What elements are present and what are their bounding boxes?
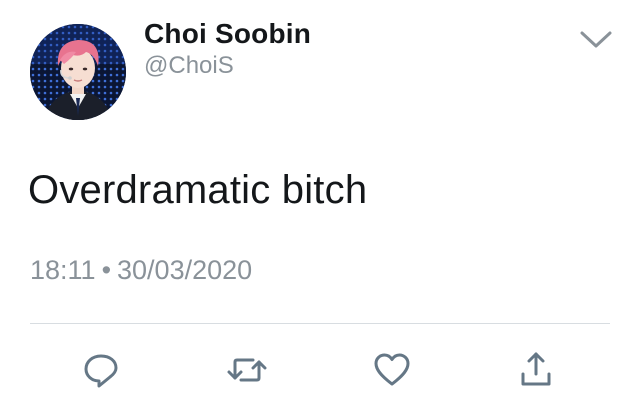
reply-button[interactable]: [79, 348, 123, 392]
avatar-photo: [30, 24, 126, 120]
display-name[interactable]: Choi Soobin: [144, 18, 311, 50]
meta-separator: •: [101, 255, 112, 285]
retweet-icon: [227, 358, 267, 382]
reply-icon: [84, 354, 118, 388]
tweet-timestamp[interactable]: 18:11 • 30/03/2020: [30, 255, 252, 286]
share-icon: [521, 352, 551, 386]
tweet-time: 18:11: [30, 255, 96, 285]
heart-icon: [374, 353, 410, 386]
divider: [30, 323, 610, 324]
share-button[interactable]: [514, 348, 558, 392]
retweet-button[interactable]: [225, 348, 269, 392]
user-handle[interactable]: @ChoiS: [144, 52, 234, 80]
like-button[interactable]: [370, 348, 414, 392]
tweet-card: Choi Soobin @ChoiS Overdramatic bitch 18…: [0, 0, 640, 416]
avatar[interactable]: [30, 24, 126, 120]
chevron-down-icon[interactable]: [578, 26, 614, 52]
tweet-text: Overdramatic bitch: [28, 168, 368, 212]
tweet-date: 30/03/2020: [117, 255, 253, 285]
